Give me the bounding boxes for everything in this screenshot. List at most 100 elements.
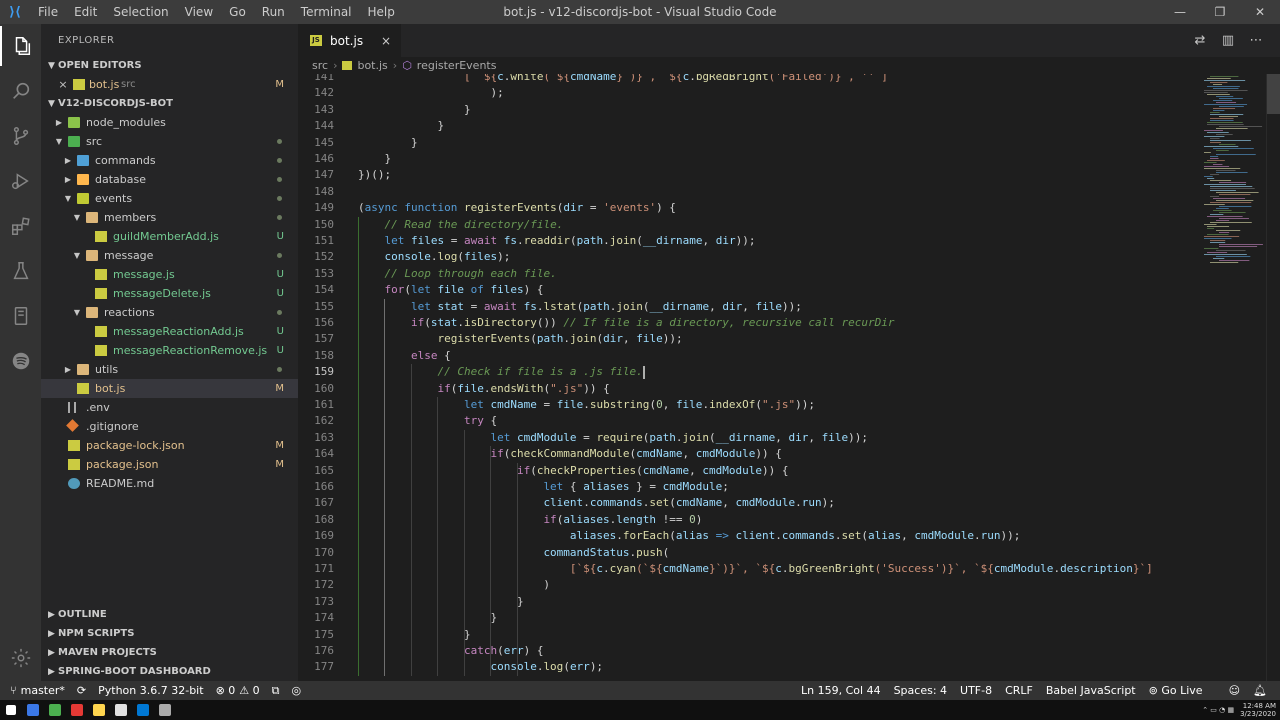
menu-terminal[interactable]: Terminal — [293, 5, 360, 19]
section-maven-projects[interactable]: ▶ MAVEN PROJECTS — [41, 643, 298, 662]
tab-bot-js[interactable]: JS bot.js × — [298, 24, 401, 57]
close-icon[interactable]: × — [57, 75, 69, 94]
menu-edit[interactable]: Edit — [66, 5, 105, 19]
tree-file[interactable]: package-lock.json M — [41, 436, 298, 455]
vertical-scrollbar[interactable] — [1266, 74, 1280, 681]
tray-icons[interactable]: ⌃ ▭ ◔ ▦ — [1202, 706, 1234, 714]
menu-run[interactable]: Run — [254, 5, 293, 19]
tree-file[interactable]: .gitignore — [41, 417, 298, 436]
tree-folder[interactable]: ▶ utils — [41, 360, 298, 379]
sync-icon[interactable]: ⟳ — [77, 684, 86, 697]
code-editor[interactable]: 141 [ `${c.white(`${cmdName}`)}`, `${c.b… — [298, 74, 1280, 681]
tree-item-label: database — [95, 173, 146, 186]
breadcrumb-folder[interactable]: src — [312, 59, 328, 72]
globe-icon[interactable]: ◎ — [292, 684, 302, 697]
taskbar-app-icon[interactable] — [132, 700, 154, 720]
breadcrumb-file[interactable]: bot.js — [357, 59, 387, 72]
source-control-icon[interactable] — [0, 116, 41, 156]
database-icon[interactable] — [0, 296, 41, 336]
taskbar-app-icon[interactable] — [88, 700, 110, 720]
tree-folder[interactable]: ▼ message — [41, 246, 298, 265]
chevron-right-icon[interactable]: ▶ — [62, 360, 74, 379]
tree-folder[interactable]: ▶ node_modules — [41, 113, 298, 132]
restore-button[interactable]: ❐ — [1200, 0, 1240, 24]
chevron-down-icon[interactable]: ▼ — [62, 189, 74, 208]
chevron-right-icon[interactable]: ▶ — [62, 151, 74, 170]
taskbar-app-icon[interactable] — [22, 700, 44, 720]
clock[interactable]: 12:48 AM 3/23/2020 — [1240, 702, 1276, 718]
chevron-right-icon[interactable]: ▶ — [53, 113, 65, 132]
notifications-bell-icon[interactable]: 🔔︎ — [1253, 684, 1267, 697]
close-tab-icon[interactable]: × — [381, 34, 391, 48]
section-npm-scripts[interactable]: ▶ NPM SCRIPTS — [41, 624, 298, 643]
minimize-button[interactable]: — — [1160, 0, 1200, 24]
taskbar-app-icon[interactable] — [66, 700, 88, 720]
menu-file[interactable]: File — [30, 5, 66, 19]
encoding[interactable]: UTF-8 — [960, 684, 992, 697]
open-editor-item[interactable]: × bot.js src M — [41, 75, 298, 94]
tree-file[interactable]: bot.js M — [41, 379, 298, 398]
tree-folder[interactable]: ▼ members — [41, 208, 298, 227]
tree-folder[interactable]: ▼ src — [41, 132, 298, 151]
explorer-files-icon[interactable] — [0, 26, 41, 66]
taskbar-app-icon[interactable] — [44, 700, 66, 720]
tree-folder[interactable]: ▶ database — [41, 170, 298, 189]
chevron-down-icon[interactable]: ▼ — [71, 303, 83, 322]
chevron-down-icon[interactable]: ▼ — [71, 208, 83, 227]
language-mode[interactable]: Babel JavaScript — [1046, 684, 1136, 697]
extensions-icon[interactable] — [0, 206, 41, 246]
open-changes-icon[interactable]: ⇄ — [1186, 33, 1214, 48]
run-debug-icon[interactable] — [0, 161, 41, 201]
minimap-line — [1210, 262, 1239, 263]
live-share-icon[interactable]: ⧉ — [272, 684, 280, 698]
line-text: } — [358, 135, 418, 149]
start-button[interactable] — [0, 700, 22, 720]
errors-count[interactable]: ⊗ 0 — [216, 684, 236, 697]
open-editors-section[interactable]: ▼ OPEN EDITORS — [41, 56, 298, 75]
tree-file[interactable]: message.js U — [41, 265, 298, 284]
warnings-count[interactable]: ⚠ 0 — [239, 684, 259, 697]
python-interpreter[interactable]: Python 3.6.7 32-bit — [98, 684, 203, 697]
taskbar-app-icon[interactable] — [154, 700, 176, 720]
section-outline[interactable]: ▶ OUTLINE — [41, 605, 298, 624]
tree-folder[interactable]: ▶ commands — [41, 151, 298, 170]
settings-gear-icon[interactable] — [0, 638, 41, 678]
menu-view[interactable]: View — [177, 5, 221, 19]
git-branch[interactable]: master* — [21, 684, 65, 697]
spotify-icon[interactable] — [0, 341, 41, 381]
go-live-button[interactable]: ⊚ Go Live — [1149, 684, 1216, 697]
code-line: 144 } — [298, 118, 1280, 134]
tree-file[interactable]: messageReactionAdd.js U — [41, 322, 298, 341]
chevron-right-icon[interactable]: ▶ — [62, 170, 74, 189]
minimap[interactable] — [1204, 74, 1266, 681]
menu-go[interactable]: Go — [221, 5, 254, 19]
cursor-position[interactable]: Ln 159, Col 44 — [801, 684, 881, 697]
tree-file[interactable]: README.md — [41, 474, 298, 493]
close-window-button[interactable]: ✕ — [1240, 0, 1280, 24]
more-actions-icon[interactable]: ⋯ — [1242, 33, 1270, 48]
scrollbar-thumb[interactable] — [1267, 74, 1280, 114]
taskbar-app-icon[interactable] — [110, 700, 132, 720]
project-section[interactable]: ▼ V12-DISCORDJS-BOT — [41, 94, 298, 113]
menu-help[interactable]: Help — [360, 5, 403, 19]
tree-file[interactable]: .env — [41, 398, 298, 417]
breadcrumb-symbol[interactable]: registerEvents — [417, 59, 497, 72]
minimap-line — [1210, 240, 1226, 241]
tree-file[interactable]: package.json M — [41, 455, 298, 474]
split-editor-icon[interactable]: ▥ — [1214, 33, 1242, 48]
test-flask-icon[interactable] — [0, 251, 41, 291]
tree-file[interactable]: messageDelete.js U — [41, 284, 298, 303]
line-text: for(let file of files) { — [384, 283, 544, 297]
feedback-icon[interactable]: ☺ — [1229, 684, 1240, 697]
search-icon[interactable] — [0, 71, 41, 111]
end-of-line[interactable]: CRLF — [1005, 684, 1033, 697]
tree-file[interactable]: guildMemberAdd.js U — [41, 227, 298, 246]
tree-folder[interactable]: ▼ reactions — [41, 303, 298, 322]
tree-file[interactable]: messageReactionRemove.js U — [41, 341, 298, 360]
menu-selection[interactable]: Selection — [105, 5, 176, 19]
chevron-down-icon[interactable]: ▼ — [53, 132, 65, 151]
tree-folder[interactable]: ▼ events — [41, 189, 298, 208]
indentation[interactable]: Spaces: 4 — [894, 684, 947, 697]
chevron-down-icon[interactable]: ▼ — [71, 246, 83, 265]
section-spring-boot-dashboard[interactable]: ▶ SPRING-BOOT DASHBOARD — [41, 662, 298, 681]
